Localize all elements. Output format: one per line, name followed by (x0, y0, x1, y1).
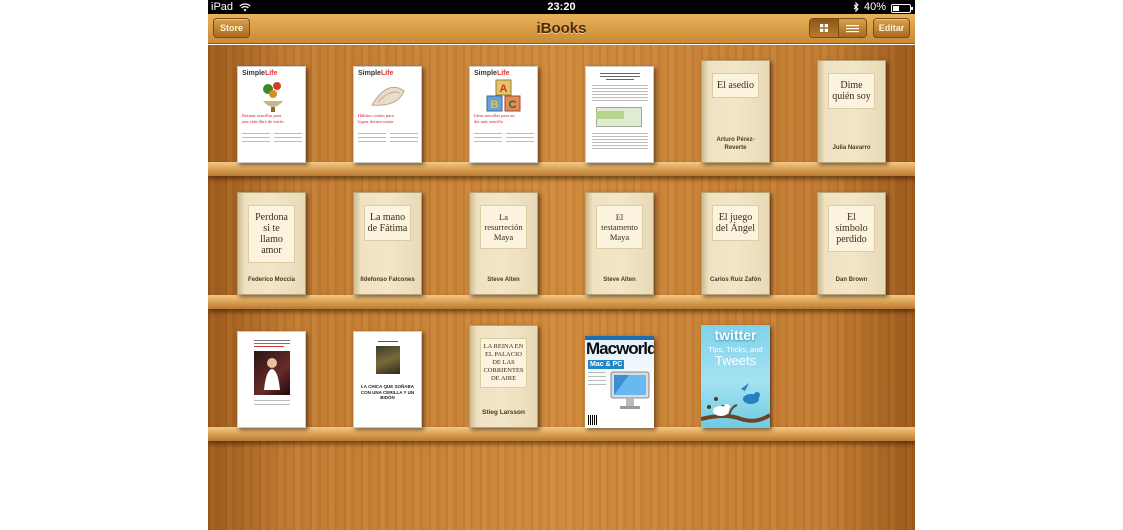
ipad-screen: iPad 23:20 40% Store iBooks Editar Simpl… (208, 0, 915, 530)
book-perdona-si-te-llamo-amor[interactable]: Perdona si te llamo amor Federico Moccia (237, 192, 306, 295)
book-author: Carlos Ruiz Zafón (709, 277, 761, 283)
book-document[interactable] (585, 66, 654, 163)
book-author: Ildefonso Falcones (360, 277, 415, 283)
shelf-plank (208, 427, 915, 441)
book-el-juego-del-angel[interactable]: El juego del Ángel Carlos Ruiz Zafón (701, 192, 770, 295)
navigation-bar: Store iBooks Editar (208, 14, 915, 44)
book-author: Arturo Pérez-Reverte (716, 137, 755, 151)
svg-text:C: C (509, 99, 517, 111)
book-la-chica-que-sonaba[interactable]: LA CHICA QUE SOÑABA CON UNA CERILLA Y UN… (353, 331, 422, 428)
book-la-reina-en-el-palacio[interactable]: LA REINA EN EL PALACIO DE LAS CORRIENTES… (469, 325, 538, 428)
book-title: Rutinas sencillas para una vida libre de… (242, 113, 284, 124)
book-title: Perdona si te llamo amor (248, 205, 295, 263)
book-logo: Simple (358, 70, 381, 77)
book-logo-accent: Life (264, 70, 278, 77)
book-el-simbolo-perdido[interactable]: El símbolo perdido Dan Brown (817, 192, 886, 295)
book-author: Julia Navarro (832, 145, 871, 151)
vegetables-illustration (263, 82, 283, 112)
computer-illustration (610, 371, 650, 409)
bluetooth-icon (853, 2, 859, 12)
book-photo-document[interactable] (237, 331, 306, 428)
book-la-mano-de-fatima[interactable]: La mano de Fátima Ildefonso Falcones (353, 192, 422, 295)
book-title: El testamento Maya (596, 205, 643, 249)
grid-view-button[interactable] (810, 19, 838, 37)
svg-text:A: A (500, 83, 508, 95)
list-icon (845, 24, 859, 32)
book-simplelife-estres[interactable]: SimpleLife Rutinas sencillas para una vi… (237, 66, 306, 163)
book-twitter-tips-tricks-tweets[interactable]: twitter Tips, Tricks, and Tweets (701, 325, 770, 428)
cover-photo (376, 346, 400, 374)
edit-button[interactable]: Editar (873, 18, 910, 38)
grid-icon (819, 24, 828, 32)
book-el-asedio[interactable]: El asedio Arturo Pérez-Reverte (701, 60, 770, 163)
book-title: El asedio (712, 73, 759, 98)
book-title: LA REINA EN EL PALACIO DE LAS CORRIENTES… (480, 338, 527, 388)
figure-illustration (264, 358, 280, 390)
book-title: El símbolo perdido (828, 205, 875, 252)
book-simplelife-dia[interactable]: SimpleLife A B C Ideas sencillas para un… (469, 66, 538, 163)
book-title: Dime quién soy (828, 73, 875, 109)
shelf-plank (208, 162, 915, 176)
magazine-logo: Macworld (586, 339, 654, 358)
clock: 23:20 (547, 1, 576, 13)
book-title: twitter (714, 327, 757, 343)
book-logo-accent: Life (380, 70, 394, 77)
book-title: El juego del Ángel (712, 205, 759, 241)
battery-icon (891, 3, 913, 13)
magazine-subtitle: Mac & PC (588, 360, 625, 369)
book-title: La mano de Fátima (364, 205, 411, 241)
book-dime-quien-soy[interactable]: Dime quién soy Julia Navarro (817, 60, 886, 163)
book-logo-accent: Life (496, 70, 510, 77)
book-title: Ideas sencillas para un día más sencillo (474, 113, 515, 124)
book-author: Steve Alten (603, 277, 636, 283)
book-macworld[interactable]: Macworld Mac & PC (585, 336, 654, 428)
book-title: La resurreción Maya (480, 205, 527, 249)
book-author: Dan Brown (835, 277, 868, 283)
shell-illustration (371, 86, 405, 106)
abc-blocks-illustration: A B C (486, 79, 521, 112)
view-mode-toggle (809, 18, 867, 38)
shelf-plank (208, 295, 915, 309)
book-subtitle-tweets: Tweets (714, 353, 757, 368)
book-el-testamento-maya[interactable]: El testamento Maya Steve Alten (585, 192, 654, 295)
book-author: Stieg Larsson (482, 409, 525, 416)
book-author: Federico Moccia (247, 277, 295, 283)
bookshelf: SimpleLife Rutinas sencillas para una vi… (208, 45, 915, 530)
book-title: LA CHICA QUE SOÑABA CON UNA CERILLA Y UN… (360, 384, 415, 400)
list-view-button[interactable] (837, 19, 866, 37)
book-simplelife-dormir[interactable]: SimpleLife Hábitos vitales para lograr d… (353, 66, 422, 163)
status-bar: iPad 23:20 40% (208, 0, 915, 14)
book-logo: Simple (474, 70, 497, 77)
svg-text:B: B (491, 99, 499, 111)
book-title: Hábitos vitales para lograr dormir mejor (358, 113, 394, 124)
book-logo: Simple (242, 70, 265, 77)
battery-percent: 40% (863, 1, 886, 13)
birds-branch-illustration (701, 383, 770, 423)
book-author: Steve Alten (487, 277, 520, 283)
book-la-resurreccion-maya[interactable]: La resurreción Maya Steve Alten (469, 192, 538, 295)
